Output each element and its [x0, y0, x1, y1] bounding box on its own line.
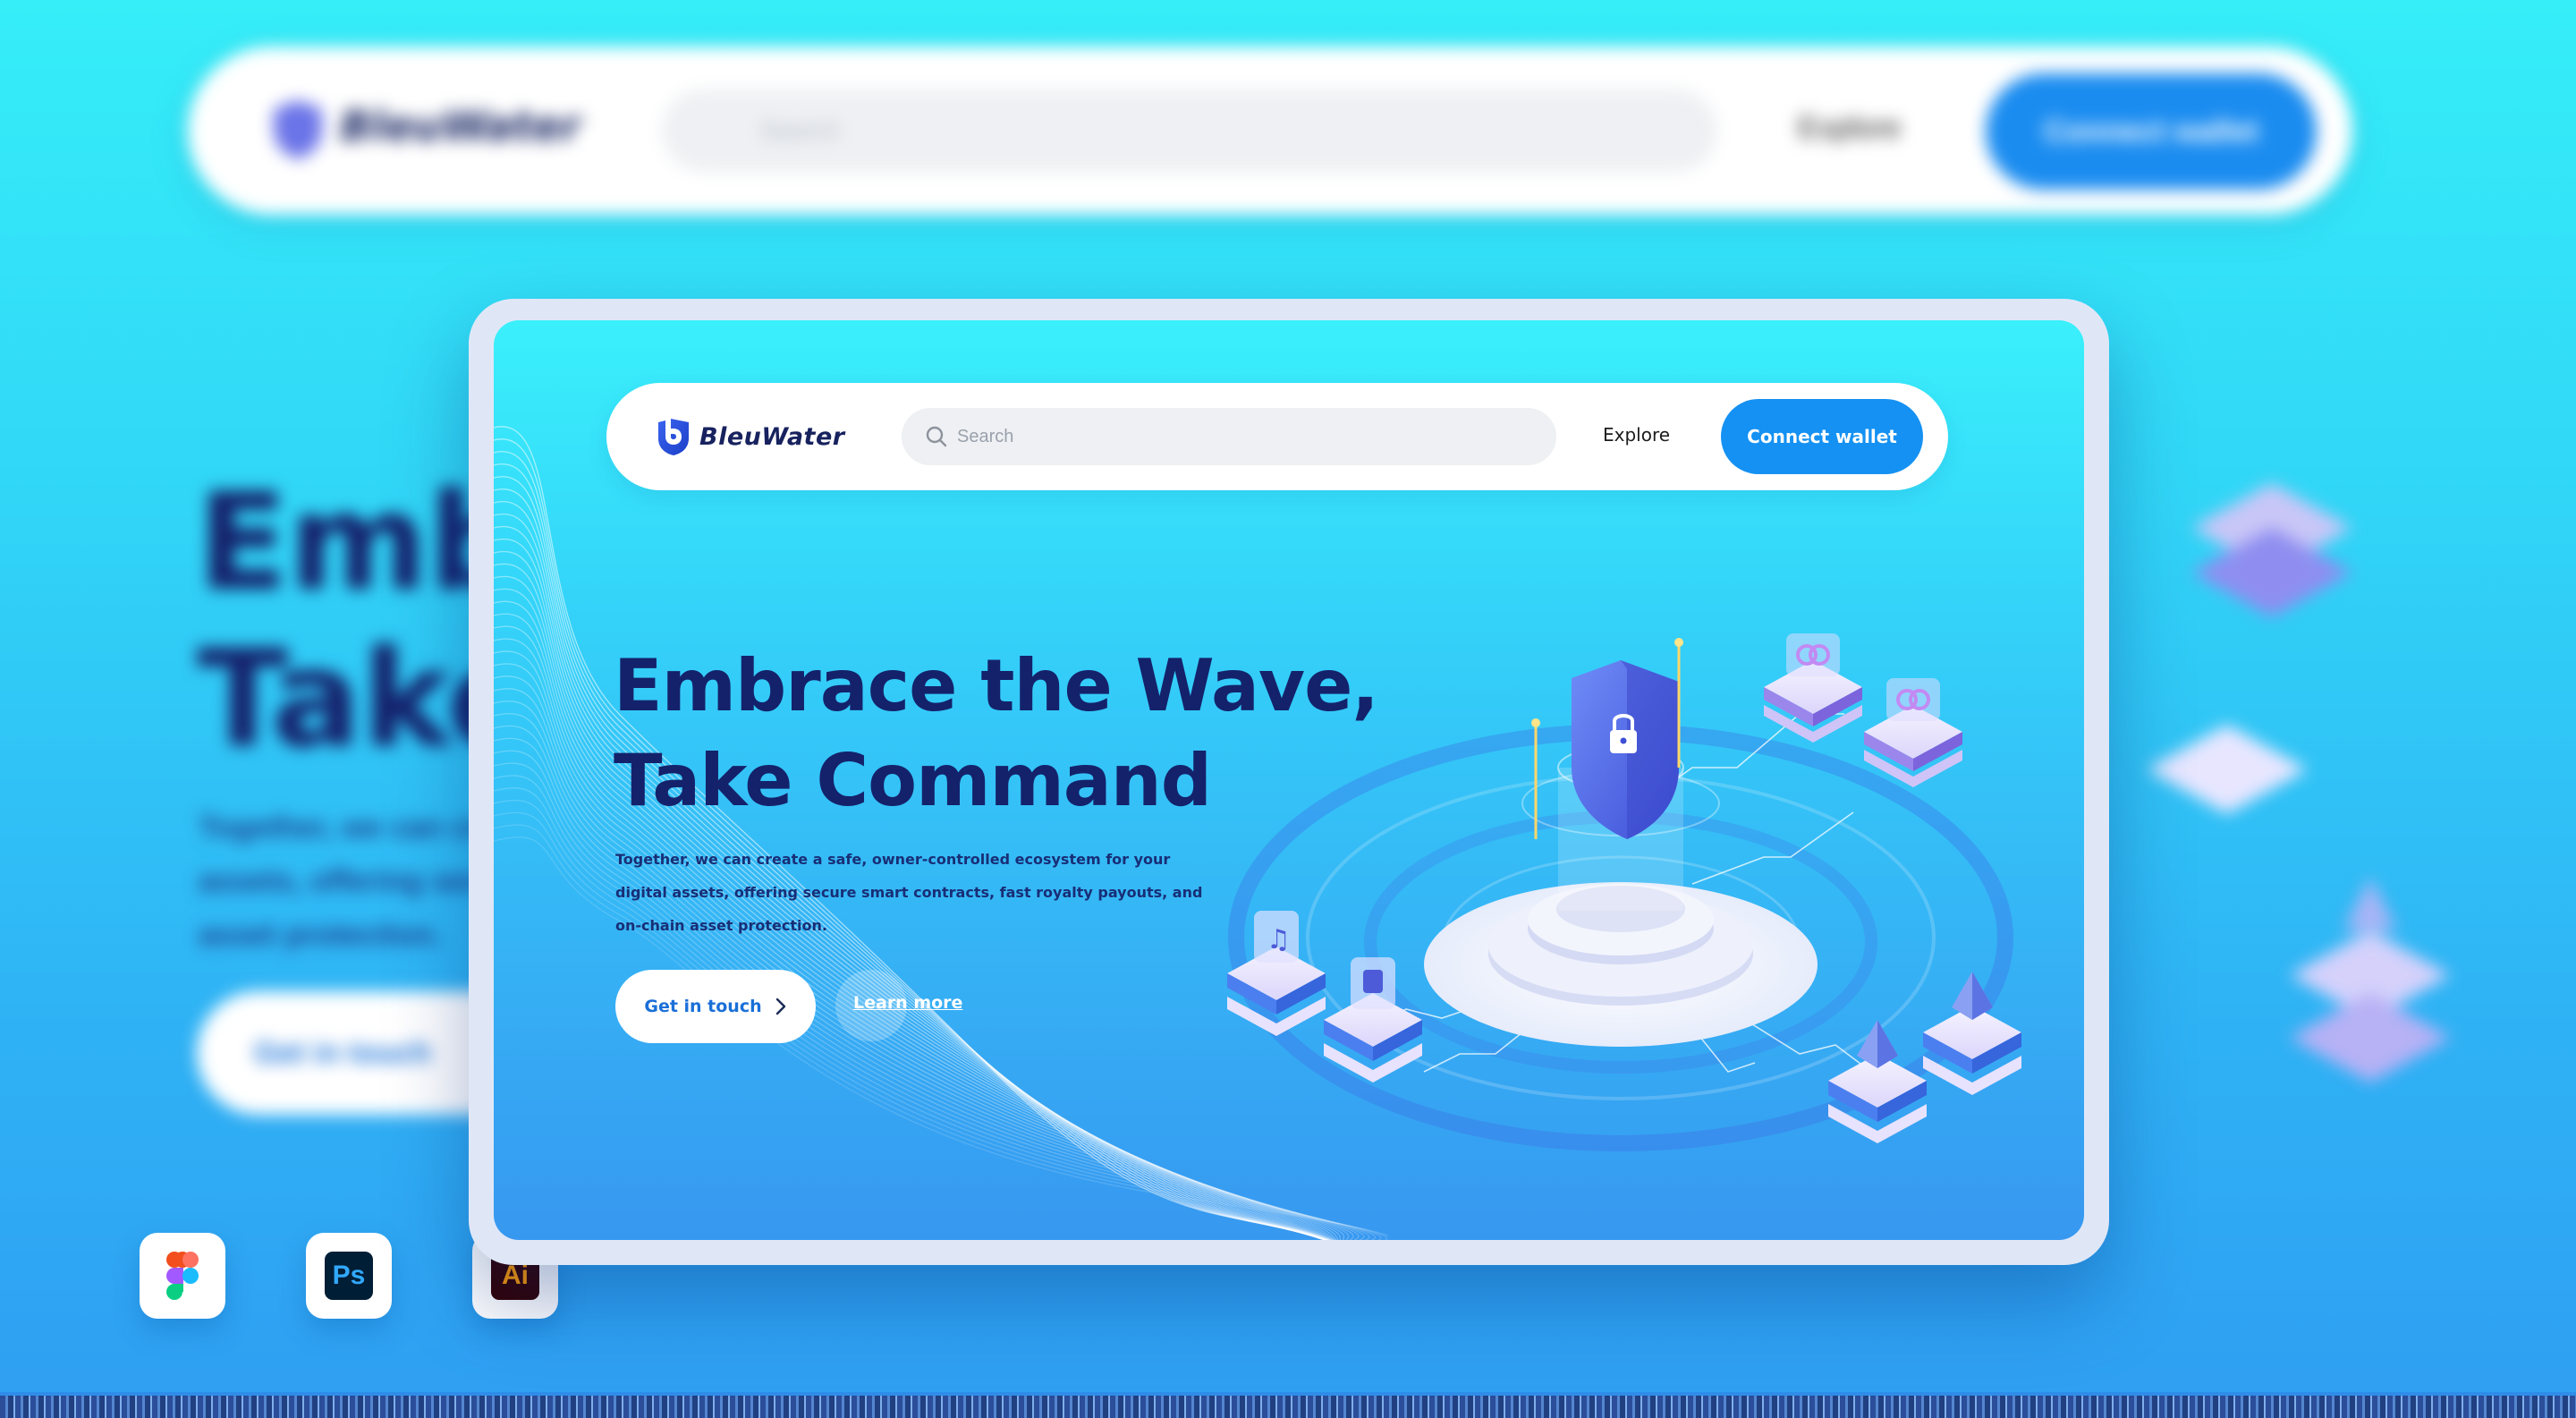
chevron-right-icon: [775, 998, 785, 1015]
bg-navbar: BleuWater Search Explore Connect wallet: [188, 47, 2352, 215]
wave-line: [494, 426, 1326, 1240]
bg-search-placeholder: Search: [760, 116, 840, 144]
hero-paragraph: Together, we can create a safe, owner-co…: [615, 851, 1203, 934]
logo[interactable]: BleuWater: [657, 417, 845, 456]
search-icon: [926, 426, 947, 447]
bottom-glitch-strip: [0, 1396, 2576, 1418]
bg-isometric-decoration: [2147, 483, 2451, 1083]
figma-badge: [140, 1233, 225, 1319]
connect-wallet-button[interactable]: Connect wallet: [1721, 399, 1923, 474]
shield-b-logo-icon: [658, 419, 689, 455]
navbar: BleuWater Explore Connect wallet: [606, 383, 1948, 490]
photoshop-badge: Ps: [306, 1233, 392, 1319]
tile-group-top-right: [1764, 633, 1962, 787]
website-screen: BleuWater Explore Connect wallet Embrace…: [494, 320, 2084, 1240]
learn-more-link[interactable]: Learn more: [853, 993, 962, 1013]
figma-icon: [166, 1252, 199, 1300]
bg-logo-text: BleuWater: [340, 102, 581, 150]
bg-explore: Explore: [1798, 111, 1902, 145]
device-frame: BleuWater Explore Connect wallet Embrace…: [469, 299, 2109, 1265]
tile-group-left: ♫: [1227, 911, 1422, 1083]
bg-connect: Connect wallet: [1986, 73, 2317, 190]
bg-logo-icon: [274, 100, 322, 159]
svg-text:♫: ♫: [1267, 924, 1291, 955]
get-in-touch-label: Get in touch: [644, 997, 762, 1016]
photoshop-icon: Ps: [325, 1252, 373, 1300]
search-bar[interactable]: [902, 408, 1556, 465]
bg-get-in-touch-label: Get in touch: [254, 1036, 432, 1070]
logo-text: BleuWater: [699, 422, 845, 451]
bg-search: Search: [662, 89, 1717, 172]
get-in-touch-button[interactable]: Get in touch: [615, 970, 816, 1043]
explore-link[interactable]: Explore: [1603, 424, 1670, 446]
wave-line: [494, 438, 1326, 1240]
search-input[interactable]: [957, 426, 1512, 447]
hero-isometric-illustration: ♫: [1227, 633, 2021, 1151]
